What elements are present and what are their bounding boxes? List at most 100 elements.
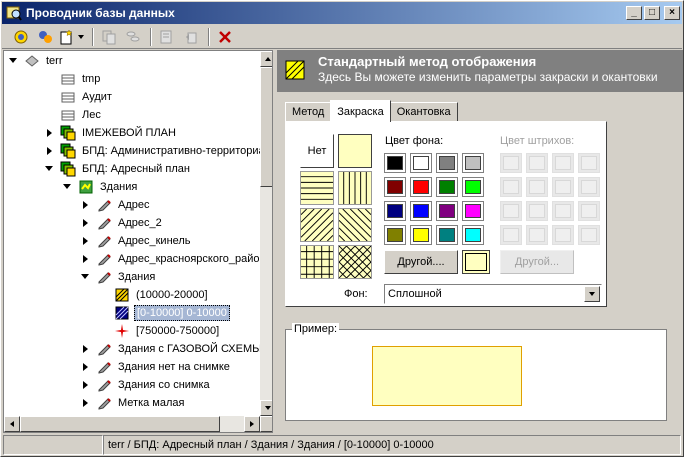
hatch-other-color-button[interactable]: Другой... <box>500 250 574 274</box>
bg-color-swatch[interactable] <box>462 225 484 245</box>
hatch-color-swatch[interactable] <box>552 225 574 245</box>
open-db-button[interactable] <box>10 27 32 47</box>
collapsed-arrow-icon[interactable] <box>80 398 90 408</box>
export-button[interactable] <box>180 27 202 47</box>
tree-node[interactable]: Адрес_кинель <box>80 232 193 250</box>
pattern-cross[interactable] <box>300 245 334 279</box>
hatch-color-swatch[interactable] <box>552 153 574 173</box>
bg-color-swatch[interactable] <box>462 201 484 221</box>
tree-horizontal-scrollbar[interactable] <box>4 416 260 432</box>
tree-node[interactable]: Здания <box>62 178 139 196</box>
collapsed-arrow-icon[interactable] <box>80 200 90 210</box>
collapsed-arrow-icon[interactable] <box>80 362 90 372</box>
bg-color-swatch[interactable] <box>384 201 406 221</box>
bg-color-swatch[interactable] <box>410 177 432 197</box>
scroll-right-button[interactable] <box>244 416 260 432</box>
hatch-color-swatch[interactable] <box>526 153 548 173</box>
pattern-solid[interactable] <box>338 134 372 168</box>
bg-color-swatch[interactable] <box>436 153 458 173</box>
bg-color-swatch[interactable] <box>436 225 458 245</box>
connect-button[interactable] <box>34 27 56 47</box>
bg-color-swatch[interactable] <box>462 177 484 197</box>
tree-node[interactable]: tmp <box>44 70 102 88</box>
bg-color-swatch[interactable] <box>462 153 484 173</box>
bg-color-swatch[interactable] <box>436 177 458 197</box>
pattern-diagonal-cross[interactable] <box>338 245 372 279</box>
expanded-arrow-icon[interactable] <box>80 272 90 282</box>
tree-node[interactable]: БПД: Адресный план <box>44 160 192 178</box>
tree-node[interactable]: terr <box>8 52 65 70</box>
hatch-color-swatch[interactable] <box>552 201 574 221</box>
minimize-button[interactable]: _ <box>626 6 642 20</box>
tab-outline[interactable]: Окантовка <box>389 102 458 122</box>
paste-button[interactable] <box>122 27 144 47</box>
pattern-horizontal[interactable] <box>300 171 334 205</box>
expanded-arrow-icon[interactable] <box>44 164 54 174</box>
bg-color-swatch[interactable] <box>384 225 406 245</box>
hatch-color-swatch[interactable] <box>500 153 522 173</box>
tree-node[interactable]: Здания со снимка <box>80 376 212 394</box>
tree-node[interactable]: [0-10000] 0-10000 <box>98 304 230 322</box>
close-button[interactable]: × <box>664 6 680 20</box>
hatch-color-swatch[interactable] <box>526 201 548 221</box>
bg-style-dropdown-button[interactable] <box>584 286 600 302</box>
hatch-color-swatch[interactable] <box>526 177 548 197</box>
tree-node[interactable]: Метка малая <box>80 394 186 412</box>
selected-color-preview[interactable] <box>462 250 490 274</box>
collapsed-arrow-icon[interactable] <box>44 146 54 156</box>
tab-fill[interactable]: Закраска <box>330 100 391 122</box>
bg-color-swatch[interactable] <box>384 153 406 173</box>
tree-node[interactable]: Лес <box>44 106 103 124</box>
properties-button[interactable] <box>156 27 178 47</box>
pattern-none[interactable]: Нет <box>300 134 334 168</box>
hatch-color-swatch[interactable] <box>578 225 600 245</box>
tree-node[interactable]: Здания нет на снимке <box>80 358 232 376</box>
bg-color-swatch[interactable] <box>410 225 432 245</box>
collapsed-arrow-icon[interactable] <box>80 218 90 228</box>
tree-node[interactable]: ІМЕЖЕВОЙ ПЛАН <box>44 124 178 142</box>
tree-node[interactable]: Адрес <box>80 196 152 214</box>
scroll-left-button[interactable] <box>4 416 20 432</box>
pattern-vertical[interactable] <box>338 171 372 205</box>
tree-vertical-scrollbar[interactable] <box>260 51 272 432</box>
collapsed-arrow-icon[interactable] <box>80 236 90 246</box>
bg-color-swatch[interactable] <box>410 201 432 221</box>
tree-node[interactable]: Аудит <box>44 88 114 106</box>
delete-button[interactable] <box>214 27 236 47</box>
bg-color-swatch[interactable] <box>410 153 432 173</box>
bg-style-select[interactable]: Сплошной <box>384 284 602 304</box>
maximize-button[interactable]: □ <box>644 6 660 20</box>
hatch-color-swatch[interactable] <box>500 177 522 197</box>
hatch-color-swatch[interactable] <box>500 201 522 221</box>
tree-node[interactable]: Здания <box>80 268 157 286</box>
hatch-color-swatch[interactable] <box>552 177 574 197</box>
copy-button[interactable] <box>98 27 120 47</box>
new-item-dropdown[interactable] <box>76 27 86 47</box>
pattern-backward-diagonal[interactable] <box>338 208 372 242</box>
hatch-color-swatch[interactable] <box>500 225 522 245</box>
tree-node[interactable]: [750000-750000] <box>98 322 221 340</box>
tree-node[interactable]: Адрес_2 <box>80 214 164 232</box>
scroll-up-button[interactable] <box>260 51 272 67</box>
bg-color-swatch[interactable] <box>436 201 458 221</box>
tree-node[interactable]: (10000-20000] <box>98 286 210 304</box>
database-tree[interactable]: terr tmp Аудит Лес ІМЕЖЕВОЙ ПЛАН БПД: Админис… <box>3 50 273 433</box>
hatch-color-swatch[interactable] <box>578 153 600 173</box>
bg-other-color-button[interactable]: Другой.... <box>384 250 458 274</box>
collapsed-arrow-icon[interactable] <box>44 128 54 138</box>
hatch-color-swatch[interactable] <box>578 177 600 197</box>
tree-node[interactable]: Адрес_красноярского_района <box>80 250 272 268</box>
collapsed-arrow-icon[interactable] <box>80 380 90 390</box>
scroll-thumb[interactable] <box>260 67 272 187</box>
scroll-down-button[interactable] <box>260 400 272 416</box>
collapsed-arrow-icon[interactable] <box>80 344 90 354</box>
horizontal-scroll-thumb[interactable] <box>20 416 220 432</box>
collapsed-arrow-icon[interactable] <box>80 254 90 264</box>
bg-color-swatch[interactable] <box>384 177 406 197</box>
tree-node[interactable]: Здания с ГАЗОВОЙ СХЕМЫ <box>80 340 264 358</box>
tab-method[interactable]: Метод <box>285 102 332 122</box>
new-item-button[interactable] <box>58 27 74 47</box>
hatch-color-swatch[interactable] <box>526 225 548 245</box>
pattern-forward-diagonal[interactable] <box>300 208 334 242</box>
expanded-arrow-icon[interactable] <box>62 182 72 192</box>
